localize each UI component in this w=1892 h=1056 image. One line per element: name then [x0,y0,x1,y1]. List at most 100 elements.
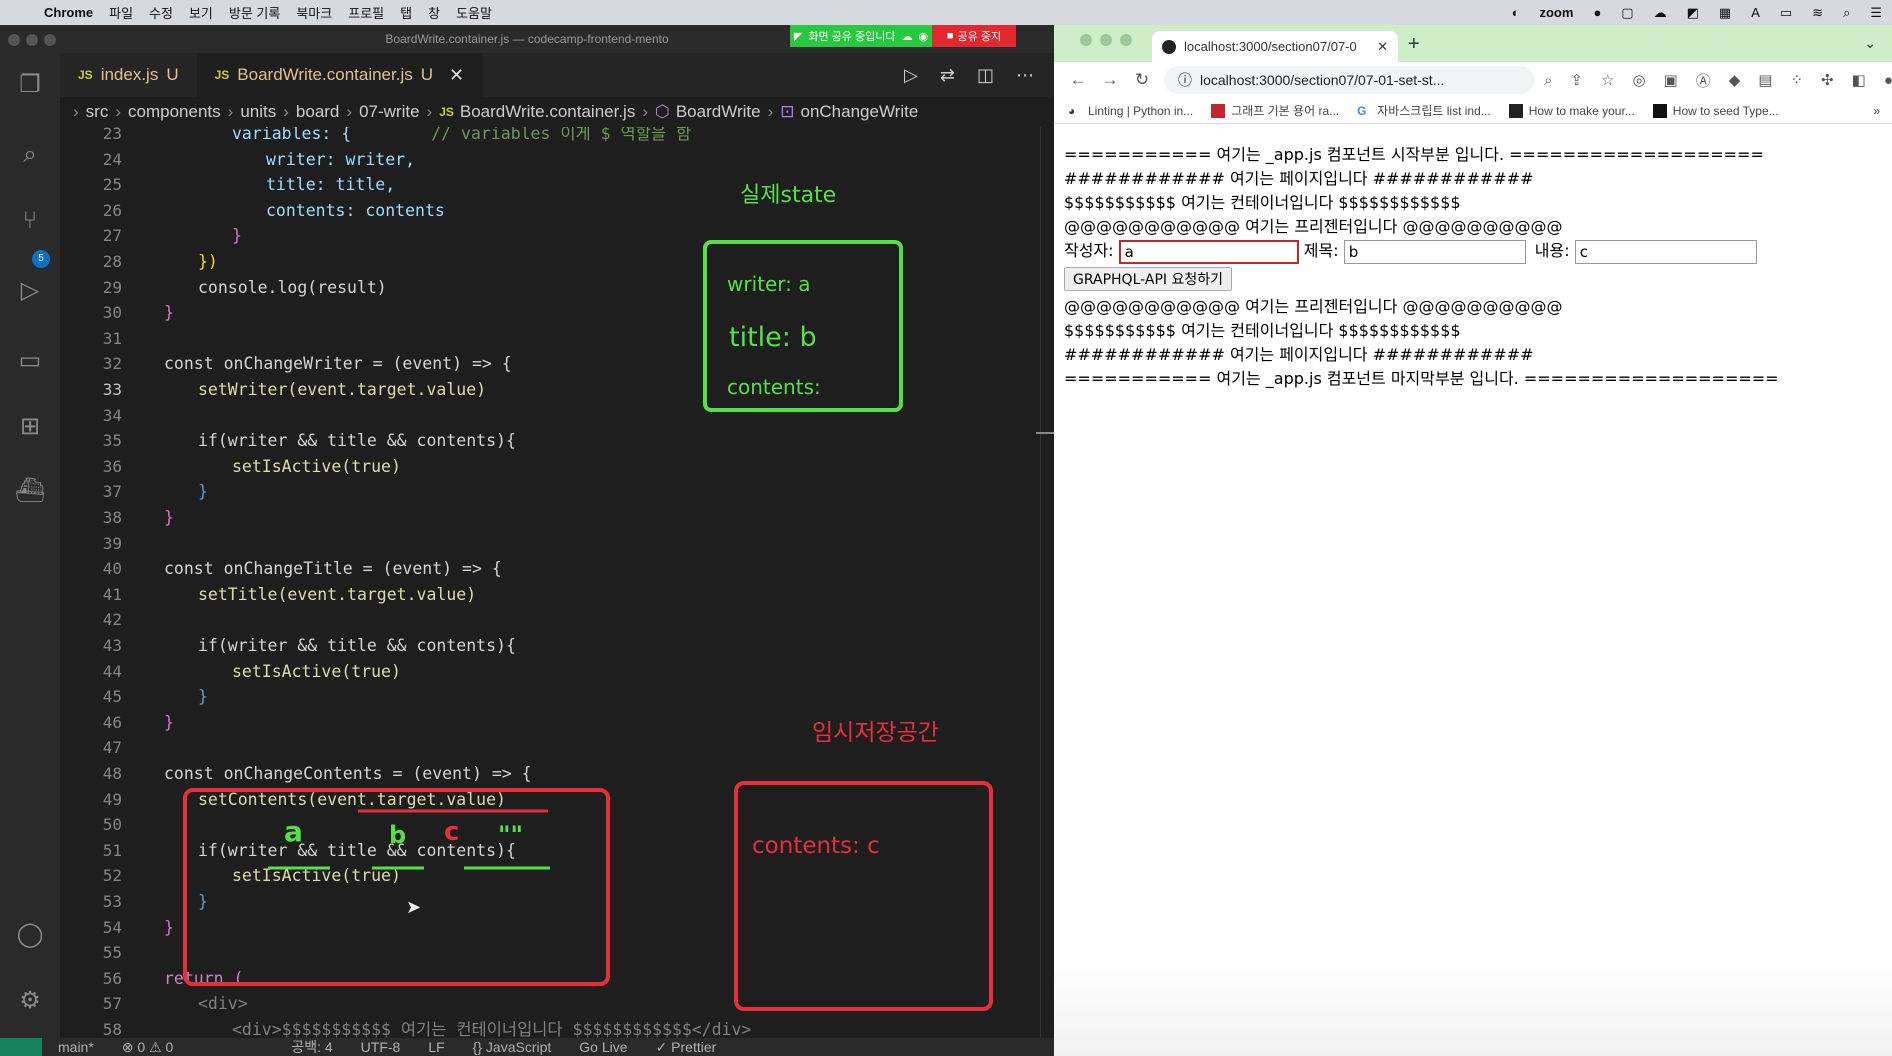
container-start-line: $$$$$$$$$$$ 여기는 컨테이너입니다 $$$$$$$$$$$$ [1064,193,1461,212]
font-icon[interactable]: A [1751,5,1760,20]
contents-label: 내용: [1534,241,1570,260]
status-eol[interactable]: LF [428,1039,444,1055]
zoom-status[interactable]: zoom [1539,5,1573,20]
more-bookmarks-icon[interactable]: » [1873,104,1880,118]
extension-badge-icon[interactable]: ◆ [1729,71,1741,89]
scribble-c: c [444,817,460,847]
tab-title: localhost:3000/section07/07-0 [1184,39,1357,54]
share-icon[interactable]: ⇪ [1570,71,1583,89]
menu-edit[interactable]: 수정 [149,3,173,22]
status-bar: main* ⊗ 0 ⚠ 0 공백: 4 UTF-8 LF {} JavaScri… [0,1038,1054,1056]
cloud-icon[interactable]: ☁ [1654,5,1667,21]
menu-view[interactable]: 보기 [189,3,213,22]
spotlight-icon[interactable]: ⌕ [1843,5,1850,21]
profile-avatar[interactable]: ● [1884,72,1892,89]
menu-app-name[interactable]: Chrome [44,5,93,20]
status-branch[interactable]: main* [58,1039,94,1055]
status-problems[interactable]: ⊗ 0 ⚠ 0 [122,1039,174,1056]
page-end-line: ############ 여기는 페이지입니다 ############ [1064,345,1534,364]
menu-window[interactable]: 창 [428,3,440,22]
title-input[interactable] [1343,239,1526,264]
macos-menu-bar: Chrome 파일 수정 보기 방문 기록 북마크 프로필 탭 창 도움말 ◐ … [0,0,1892,25]
control-center-icon[interactable]: ☰ [1870,5,1882,21]
bookmark-item[interactable]: ◕ Linting | Python in... [1068,104,1193,118]
screenshot-icon[interactable]: ◩ [1687,5,1699,21]
grid-icon[interactable]: ▦ [1719,5,1731,21]
favicon-icon [1162,39,1176,54]
screen: Chrome 파일 수정 보기 방문 기록 북마크 프로필 탭 창 도움말 ◐ … [0,0,1892,1056]
contents-input[interactable] [1574,239,1757,264]
battery-icon[interactable]: ▭ [1780,5,1792,21]
remote-indicator[interactable] [0,1038,42,1056]
bookmark-favicon-icon [1652,103,1667,118]
extension-doc-icon[interactable]: ▤ [1758,71,1772,89]
app-start-line: =========== 여기는 _app.js 컴포넌트 시작부분 입니다. =… [1064,145,1764,164]
bookmark-label: 자바스크립트 list ind... [1377,104,1491,118]
side-panel-icon[interactable]: ◧ [1852,71,1866,89]
menu-file[interactable]: 파일 [109,3,133,22]
extension-a-icon[interactable]: Ⓐ [1696,70,1711,91]
bookmark-favicon-icon [1211,103,1226,118]
menu-profiles[interactable]: 프로필 [348,3,384,22]
bookmark-label: 그래프 기본 용어 ra... [1231,104,1340,118]
status-language[interactable]: {} JavaScript [473,1039,552,1055]
sync-icon[interactable]: ◐ [1512,5,1520,20]
forward-icon[interactable]: → [1094,70,1126,90]
status-prettier[interactable]: ✓ Prettier [656,1039,717,1056]
site-info-icon[interactable]: ⓘ [1178,70,1192,90]
extension-icon[interactable]: ▣ [1664,71,1678,89]
scribble-empty-string: "" [498,821,524,849]
new-tab-icon[interactable]: + [1408,33,1420,56]
screens-icon[interactable]: ▢ [1621,5,1633,21]
scribble-a: a [284,815,303,848]
minimize-window-icon[interactable] [1100,34,1112,46]
graphql-submit-button[interactable]: GRAPHQL-API 요청하기 [1064,267,1232,291]
zoom-icon[interactable]: ⌕ [1544,72,1552,89]
bookmark-label: How to seed Type... [1672,103,1779,118]
github-icon: ◕ [1068,103,1076,118]
container-end-line: $$$$$$$$$$$ 여기는 컨테이너입니다 $$$$$$$$$$$$ [1064,321,1461,340]
page-bottom-area [1054,970,1892,1056]
camera-icon[interactable]: ◎ [1632,71,1645,89]
bookmark-item[interactable]: 그래프 기본 용어 ra... [1211,102,1339,119]
bookmark-label: How to make your... [1528,103,1635,118]
bookmark-star-icon[interactable]: ☆ [1601,71,1614,89]
submit-row: GRAPHQL-API 요청하기 [1064,263,1884,295]
address-bar[interactable]: ⓘ localhost:3000/section07/07-01-set-st.… [1164,66,1534,94]
bookmark-label: Linting | Python in... [1088,103,1194,118]
reload-icon[interactable]: ↻ [1126,70,1158,90]
vscode-window: BoardWrite.container.js — codecamp-front… [0,25,1054,1056]
menu-bookmarks[interactable]: 북마크 [296,3,332,22]
status-spaces[interactable]: 공백: 4 [291,1038,332,1056]
bookmark-item[interactable]: G 자바스크립트 list ind... [1357,102,1491,119]
tab-search-chevron-icon[interactable]: ⌄ [1864,35,1876,52]
google-icon: G [1357,103,1367,118]
record-icon[interactable]: ● [1593,5,1601,20]
menu-tab[interactable]: 탭 [400,3,412,22]
bookmark-item[interactable]: How to seed Type... [1652,103,1779,118]
presenter-end-line: @@@@@@@@@@@ 여기는 프리젠터입니다 @@@@@@@@@@ [1064,297,1563,316]
status-encoding[interactable]: UTF-8 [361,1039,401,1055]
wifi-icon[interactable]: ≋ [1812,5,1823,21]
bookmark-favicon-icon [1508,103,1523,118]
close-tab-icon[interactable]: ✕ [1377,39,1388,55]
presenter-start-line: @@@@@@@@@@@ 여기는 프리젠터입니다 @@@@@@@@@@ [1064,217,1563,236]
extensions-puzzle-icon[interactable]: ✣ [1821,71,1834,89]
menu-history[interactable]: 방문 기록 [229,3,280,22]
status-golive[interactable]: Go Live [579,1039,627,1055]
maximize-window-icon[interactable] [1120,34,1132,46]
writer-input[interactable] [1118,239,1299,264]
menu-help[interactable]: 도움말 [456,3,492,22]
menu-extras: ◐ zoom ● ▢ ☁ ◩ ▦ A ▭ ≋ ⌕ ☰ [1512,0,1882,25]
extension-dots-icon[interactable]: ⁘ [1790,71,1803,89]
bookmark-item[interactable]: How to make your... [1508,103,1635,118]
browser-tab[interactable]: localhost:3000/section07/07-0 ✕ [1152,31,1398,62]
form-row: 작성자: 제목: 내용: [1064,239,1884,264]
toolbar-icons: ⌕ ⇪ ☆ ◎ ▣ Ⓐ ◆ ▤ ⁘ ✣ ◧ ● ⋮ [1544,66,1892,94]
annotation-scribbles [268,809,550,870]
back-icon[interactable]: ← [1062,70,1094,90]
title-label: 제목: [1303,241,1339,260]
url-text: localhost:3000/section07/07-01-set-st... [1200,72,1445,88]
bookmarks-bar: ◕ Linting | Python in... 그래프 기본 용어 ra... … [1054,98,1892,124]
close-window-icon[interactable] [1080,34,1092,46]
